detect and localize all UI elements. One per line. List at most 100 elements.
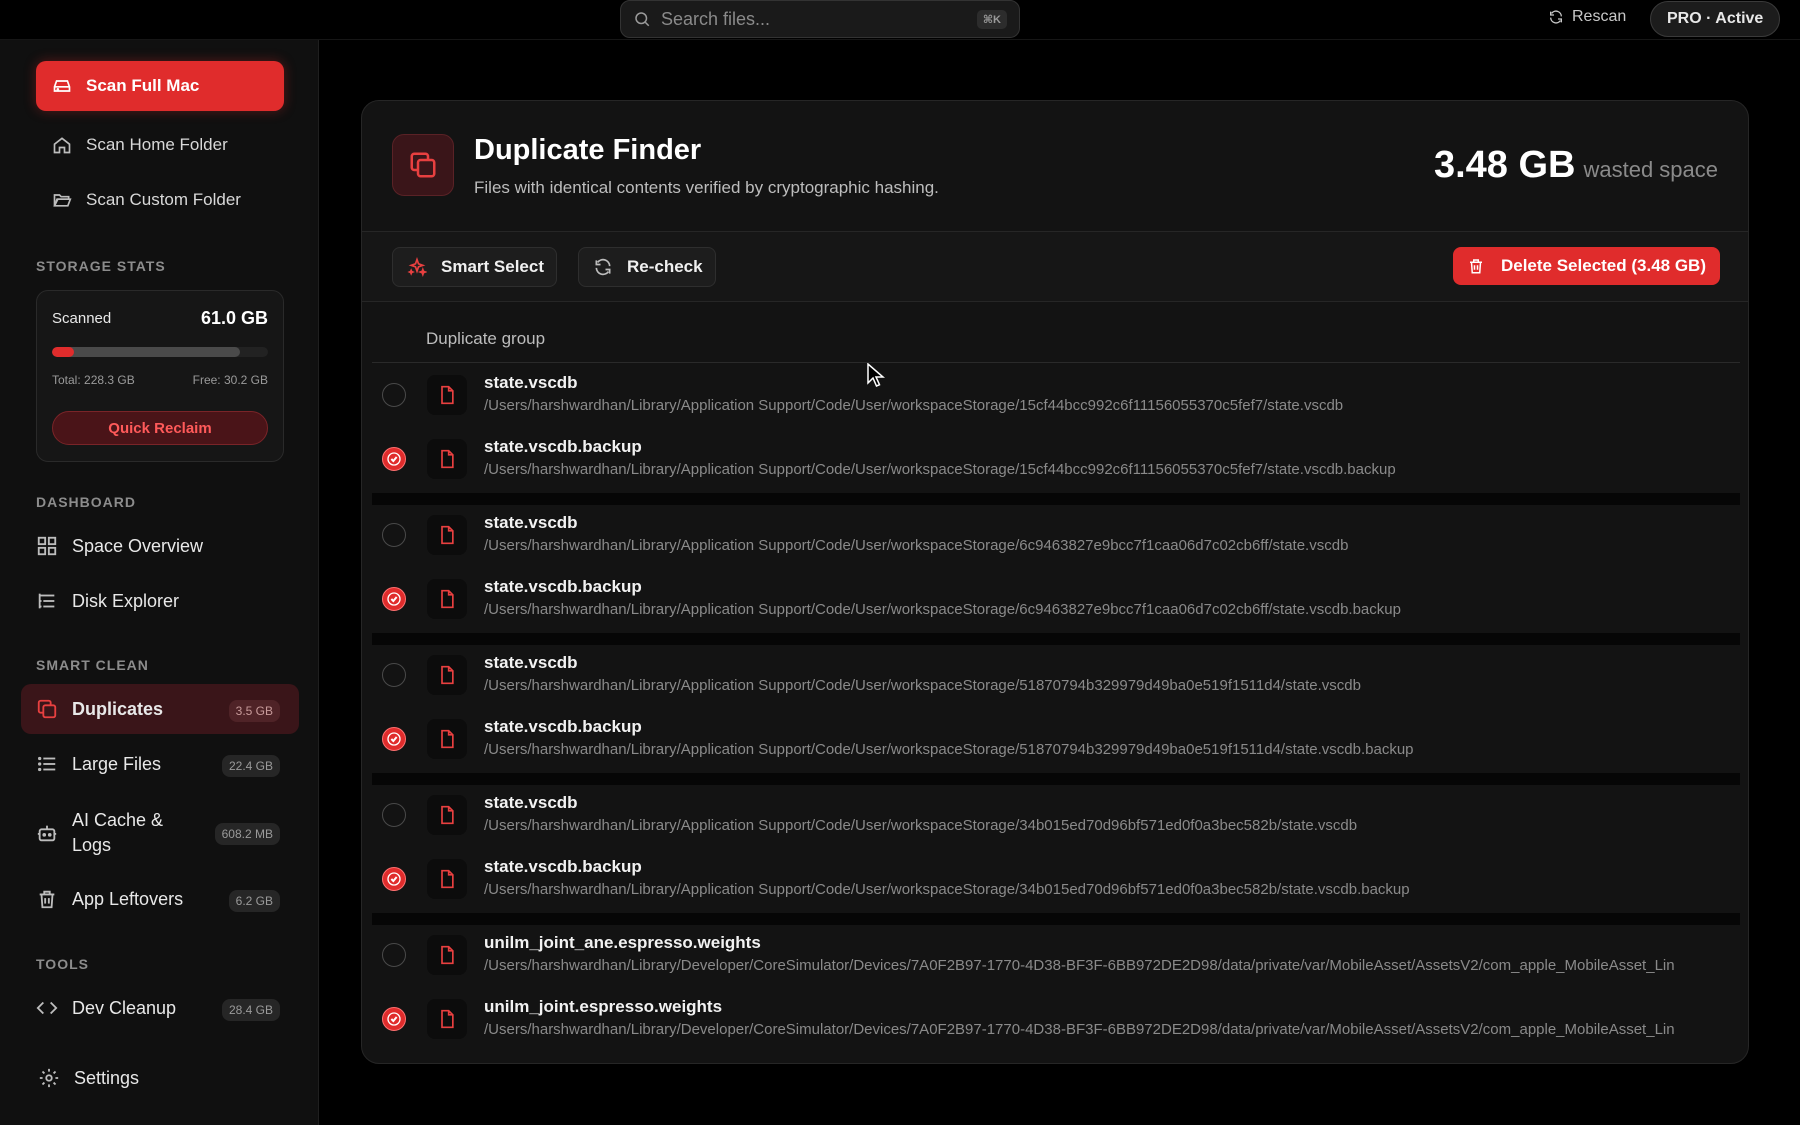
select-checkbox[interactable] [382, 803, 406, 827]
search-shortcut: ⌘K [976, 9, 1007, 29]
file-path: /Users/harshwardhan/Library/Developer/Co… [484, 957, 1675, 974]
file-name: state.vscdb.backup [484, 857, 642, 876]
delete-selected-label: Delete Selected (3.48 GB) [1500, 256, 1706, 275]
file-icon-box [427, 439, 467, 479]
sidebar: Scan Full Mac Scan Home Folder Scan Cust… [0, 40, 319, 1125]
list-icon [38, 756, 56, 772]
robot-icon [37, 825, 57, 842]
wasted-space-value: 3.48 GB [1433, 144, 1576, 186]
file-name: state.vscdb [484, 653, 578, 672]
file-path: /Users/harshwardhan/Library/Application … [484, 741, 1414, 758]
delete-selected-button[interactable]: Delete Selected (3.48 GB) [1452, 247, 1720, 285]
nav-ai-cache-logs-text: AI Cache & Logs [72, 808, 163, 858]
nav-app-leftovers-label: App Leftovers [72, 888, 184, 909]
file-row[interactable]: state.vscdb.backup/Users/harshwardhan/Li… [372, 567, 1740, 631]
file-icon-box [427, 719, 467, 759]
select-checkbox[interactable] [382, 943, 406, 967]
storage-scanned-fill [52, 347, 74, 357]
file-row[interactable]: state.vscdb/Users/harshwardhan/Library/A… [372, 643, 1740, 707]
scan-custom-folder-button[interactable]: Scan Custom Folder [52, 190, 241, 210]
file-icon [441, 525, 454, 545]
file-icon-box [427, 515, 467, 555]
file-name: state.vscdb.backup [484, 437, 642, 456]
file-name: unilm_joint.espresso.weights [484, 997, 723, 1016]
nav-ai-cache-logs-label: AI Cache & [72, 810, 164, 830]
file-icon-box [427, 655, 467, 695]
file-icon-box [427, 795, 467, 835]
scan-home-folder-button[interactable]: Scan Home Folder [52, 135, 228, 155]
file-icon-box [427, 999, 467, 1039]
select-checkbox[interactable] [382, 1007, 406, 1031]
nav-app-leftovers[interactable]: App Leftovers [36, 888, 183, 910]
scan-full-mac-button[interactable]: Scan Full Mac [36, 61, 284, 111]
top-bar: Search files... ⌘K Rescan PRO · Active [0, 0, 1800, 40]
select-checkbox[interactable] [382, 727, 406, 751]
file-row[interactable]: state.vscdb/Users/harshwardhan/Library/A… [372, 783, 1740, 847]
rescan-label: Rescan [1572, 8, 1627, 25]
select-checkbox[interactable] [382, 447, 406, 471]
select-checkbox[interactable] [382, 663, 406, 687]
file-row[interactable]: state.vscdb/Users/harshwardhan/Library/A… [372, 363, 1740, 427]
select-checkbox[interactable] [382, 383, 406, 407]
app-leftovers-size-badge: 6.2 GB [228, 890, 280, 912]
file-icon [441, 1009, 454, 1029]
dev-cleanup-size-badge: 28.4 GB [221, 999, 280, 1021]
pro-status-badge[interactable]: PRO · Active [1650, 1, 1781, 37]
nav-dev-cleanup[interactable]: Dev Cleanup [36, 997, 176, 1019]
dashboard-heading: DASHBOARD [36, 494, 136, 510]
file-row[interactable]: state.vscdb/Users/harshwardhan/Library/A… [372, 503, 1740, 567]
nav-disk-explorer-label: Disk Explorer [72, 590, 180, 611]
smart-select-label: Smart Select [441, 257, 544, 276]
nav-large-files[interactable]: Large Files [36, 753, 161, 775]
file-icon [441, 805, 454, 825]
file-row[interactable]: unilm_joint.espresso.weights/Users/harsh… [372, 987, 1740, 1051]
scan-home-folder-label: Scan Home Folder [86, 135, 228, 154]
refresh-icon [595, 258, 611, 276]
file-path: /Users/harshwardhan/Library/Application … [484, 461, 1396, 478]
file-row[interactable]: state.vscdb.backup/Users/harshwardhan/Li… [372, 707, 1740, 771]
scanned-label: Scanned [52, 310, 112, 327]
nav-duplicates-label: Duplicates [72, 698, 164, 719]
file-path: /Users/harshwardhan/Library/Application … [484, 881, 1410, 898]
duplicate-finder-panel: Duplicate Finder Files with identical co… [361, 100, 1749, 1064]
storage-stats-heading: STORAGE STATS [36, 258, 166, 274]
file-row[interactable]: state.vscdb.backup/Users/harshwardhan/Li… [372, 847, 1740, 911]
storage-stats-card: Scanned 61.0 GB Total: 228.3 GB Free: 30… [36, 290, 284, 462]
select-checkbox[interactable] [382, 587, 406, 611]
nav-disk-explorer[interactable]: Disk Explorer [36, 590, 179, 612]
search-input[interactable]: Search files... ⌘K [620, 0, 1020, 38]
smart-select-button[interactable]: Smart Select [392, 247, 557, 287]
recheck-button[interactable]: Re-check [578, 247, 716, 287]
check-icon [387, 732, 401, 746]
file-path: /Users/harshwardhan/Library/Application … [484, 537, 1349, 554]
file-row[interactable]: unilm_joint_ane.espresso.weights/Users/h… [372, 923, 1740, 987]
copy-icon [410, 152, 436, 178]
nav-space-overview[interactable]: Space Overview [36, 535, 203, 557]
trash-icon [1469, 259, 1482, 274]
hard-drive-icon [53, 80, 71, 92]
rescan-button[interactable]: Rescan [1548, 8, 1626, 26]
file-name: state.vscdb [484, 373, 578, 392]
scanned-value: 61.0 GB [200, 308, 268, 328]
storage-free: Free: 30.2 GB [192, 373, 268, 387]
nav-settings[interactable]: Settings [38, 1067, 139, 1089]
file-icon-box [427, 375, 467, 415]
search-icon [635, 12, 650, 27]
mouse-cursor-icon [867, 363, 885, 387]
file-row[interactable]: state.vscdb.backup/Users/harshwardhan/Li… [372, 427, 1740, 491]
file-name: state.vscdb [484, 513, 578, 532]
file-name: state.vscdb.backup [484, 577, 642, 596]
search-placeholder: Search files... [661, 8, 771, 29]
sparkles-icon [407, 257, 427, 277]
select-checkbox[interactable] [382, 523, 406, 547]
file-icon-box [427, 859, 467, 899]
select-checkbox[interactable] [382, 867, 406, 891]
nav-ai-cache-logs[interactable]: AI Cache & Logs [36, 808, 163, 858]
check-icon [387, 1012, 401, 1026]
tree-list-icon [38, 593, 55, 609]
nav-duplicates[interactable]: Duplicates [36, 698, 163, 720]
quick-reclaim-button[interactable]: Quick Reclaim [52, 411, 268, 445]
scan-custom-folder-label: Scan Custom Folder [86, 190, 241, 209]
check-icon [387, 872, 401, 886]
page-title: Duplicate Finder [474, 134, 702, 166]
